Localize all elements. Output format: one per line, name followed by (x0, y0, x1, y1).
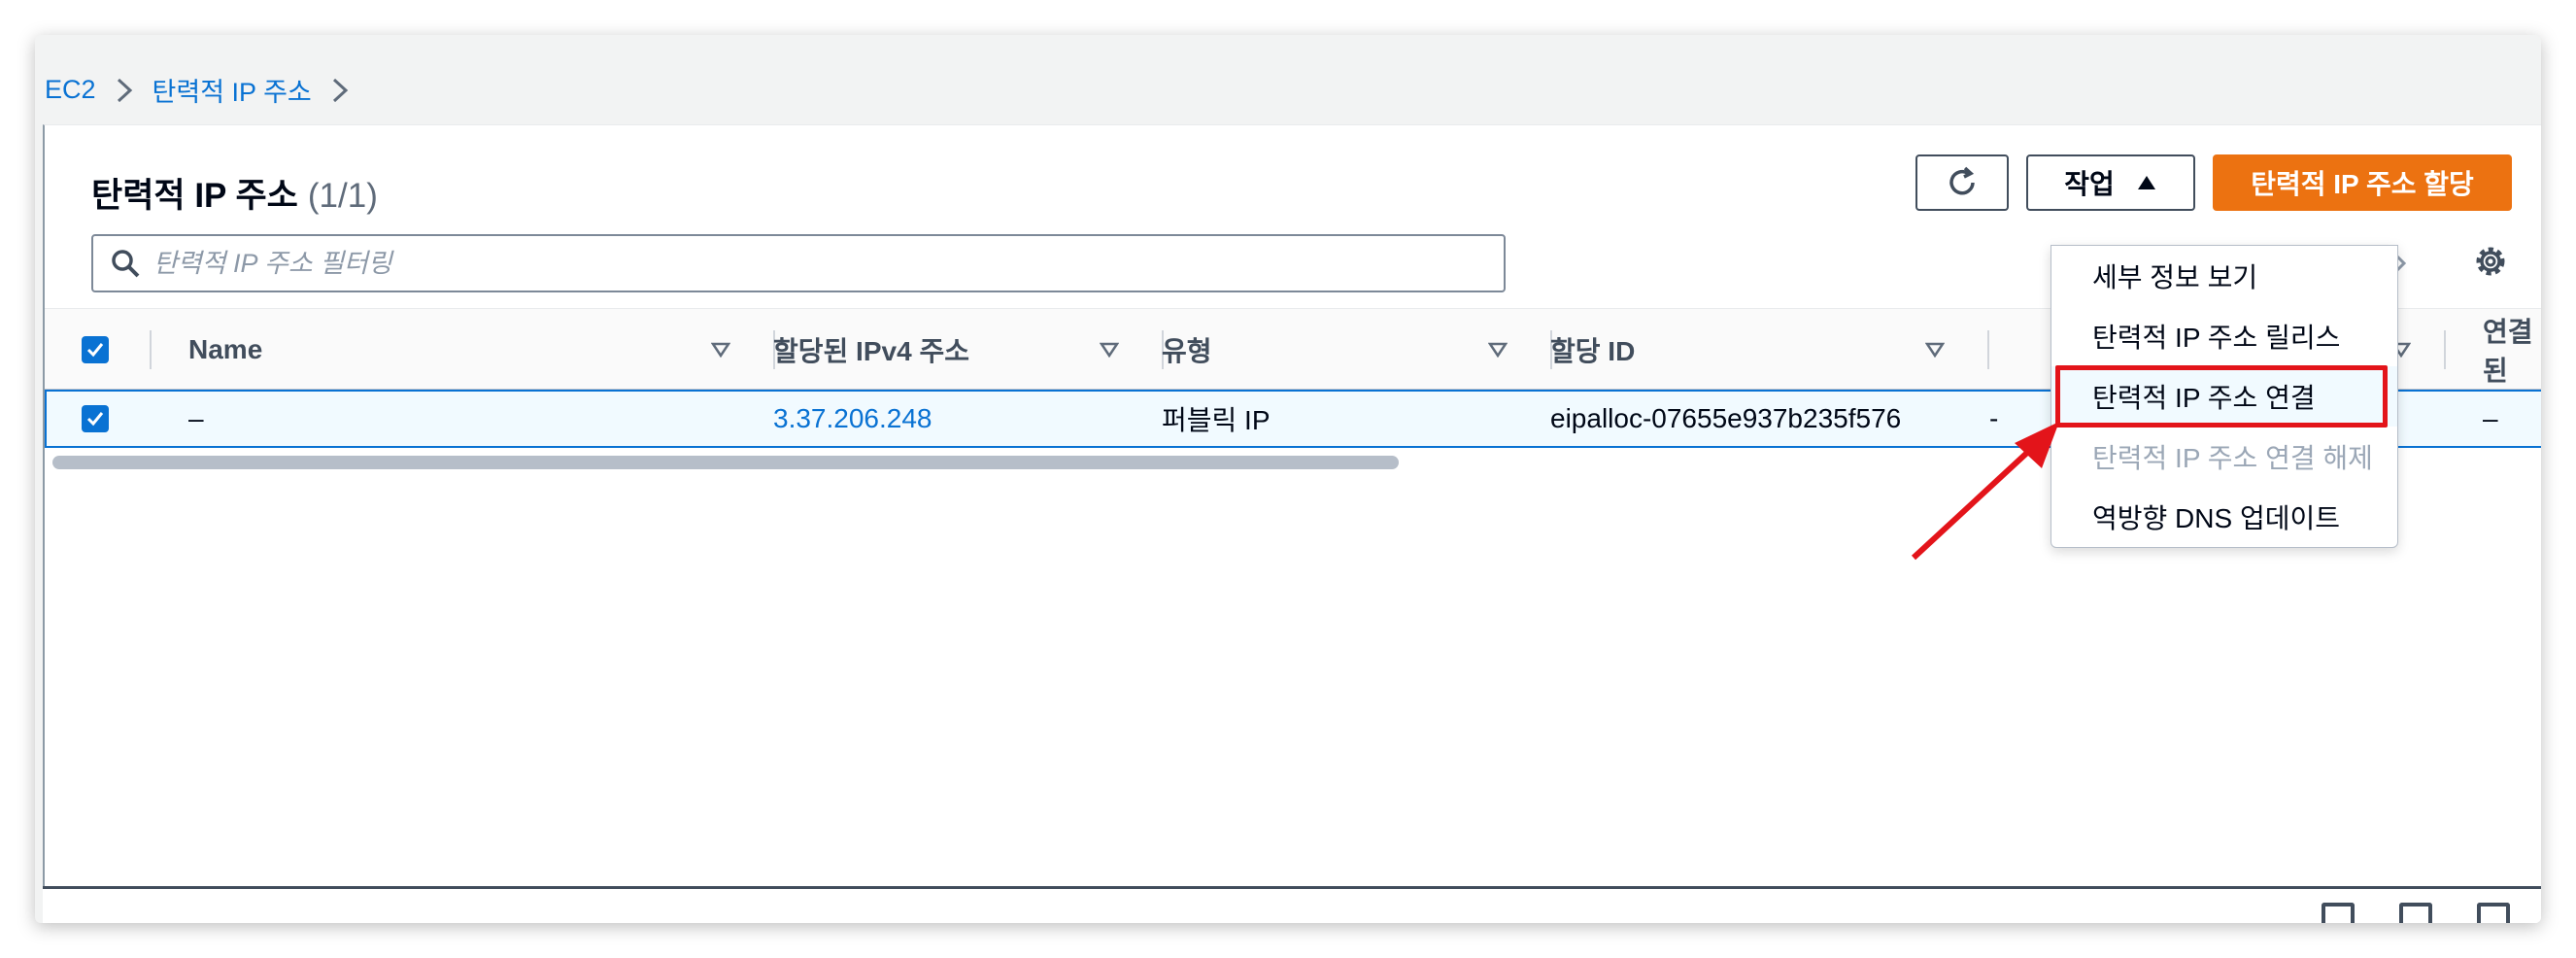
page-title-text: 탄력적 IP 주소 (91, 177, 298, 215)
column-header-ipv4-label: 할당된 IPv4 주소 (773, 336, 969, 366)
checkbox-checked-icon (82, 405, 109, 432)
refresh-icon (1949, 166, 1975, 195)
row-checkbox[interactable] (82, 392, 109, 446)
chevron-right-icon (110, 70, 139, 109)
allocate-elastic-ip-button[interactable]: 탄력적 IP 주소 할당 (2213, 154, 2512, 211)
search-icon (112, 250, 140, 278)
checkbox-checked-icon (82, 336, 109, 363)
horizontal-scrollbar[interactable] (52, 456, 1399, 469)
column-divider (150, 330, 152, 369)
menu-item-view-details[interactable]: 세부 정보 보기 (2051, 246, 2397, 306)
menu-item-update-reverse-dns[interactable]: 역방향 DNS 업데이트 (2051, 487, 2397, 547)
column-header-allocation-id[interactable]: 할당 ID (1550, 309, 1635, 391)
sort-icon[interactable] (1925, 342, 1945, 358)
breadcrumb-elastic-ip[interactable]: 탄력적 IP 주소 (153, 71, 312, 109)
panel-position-icon[interactable] (2477, 903, 2510, 923)
breadcrumb-ec2[interactable]: EC2 (45, 75, 96, 105)
actions-label: 작업 (2064, 169, 2115, 199)
sort-icon[interactable] (1488, 342, 1508, 358)
annotation-arrow-icon (1911, 422, 2059, 561)
item-count: (1/1) (307, 177, 378, 215)
settings-icon[interactable] (2471, 242, 2510, 281)
breadcrumb: EC2 탄력적 IP 주소 (45, 70, 368, 109)
refresh-button[interactable] (1915, 154, 2009, 211)
column-header-type[interactable]: 유형 (1162, 309, 1212, 391)
column-header-ipv4[interactable]: 할당된 IPv4 주소 (773, 309, 969, 391)
column-divider (2444, 330, 2446, 369)
sort-icon[interactable] (1100, 342, 1119, 358)
panel-position-icon[interactable] (2322, 903, 2355, 923)
search-filter[interactable] (91, 234, 1506, 292)
cell-type: 퍼블릭 IP (1162, 405, 1271, 435)
split-panel-bar (43, 886, 2541, 923)
app-window: EC2 탄력적 IP 주소 탄력적 IP 주소 (1/1) 작업 탄력적 IP 주… (35, 35, 2541, 923)
cell-ipv4-link[interactable]: 3.37.206.248 (773, 392, 932, 446)
actions-dropdown-button[interactable]: 작업 (2026, 154, 2195, 211)
annotation-highlight-box (2055, 365, 2388, 428)
panel-position-icon[interactable] (2399, 903, 2432, 923)
cell-name: – (188, 403, 204, 433)
chevron-right-icon (325, 70, 355, 109)
menu-item-release[interactable]: 탄력적 IP 주소 릴리스 (2051, 306, 2397, 366)
page-title: 탄력적 IP 주소 (1/1) (91, 168, 378, 218)
column-header-associated[interactable]: 연결된 (2483, 309, 2541, 391)
caret-up-icon (2137, 176, 2155, 189)
cell-allocation-id: eipalloc-07655e937b235f576 (1550, 403, 1902, 433)
cell-associated: – (2483, 403, 2498, 433)
menu-item-disassociate: 탄력적 IP 주소 연결 해제 (2092, 443, 2373, 473)
select-all-checkbox[interactable] (82, 309, 109, 391)
column-divider (1987, 330, 1989, 369)
sort-icon[interactable] (711, 342, 730, 358)
column-header-name[interactable]: Name (188, 309, 262, 391)
search-input[interactable] (153, 248, 1416, 279)
